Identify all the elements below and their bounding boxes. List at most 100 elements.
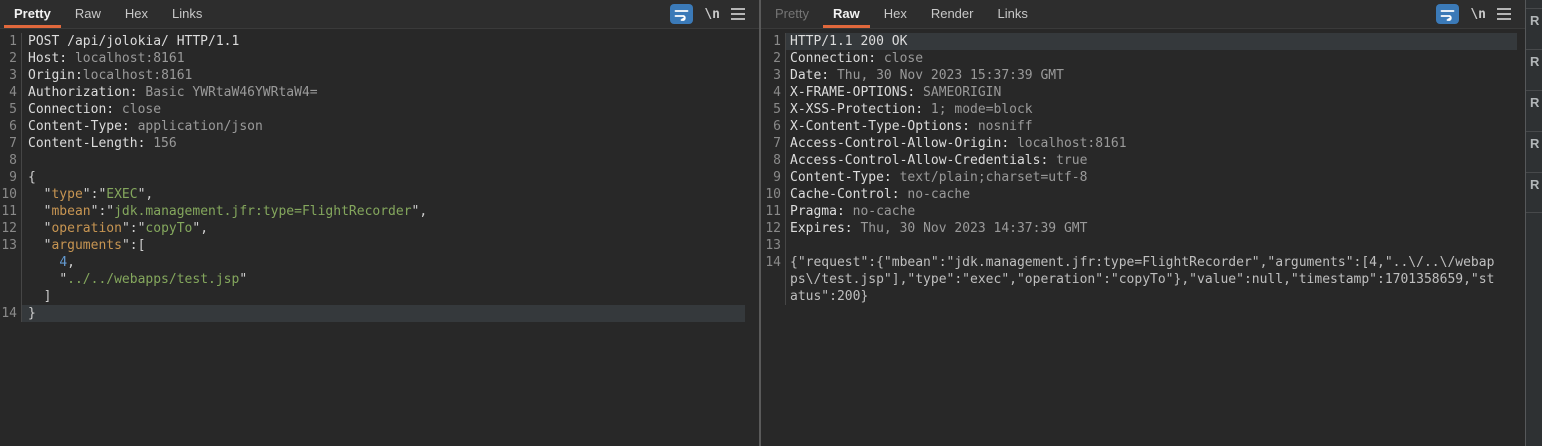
hamburger-menu-icon[interactable] [1497,8,1511,20]
token: ":[ [122,238,145,253]
token: Date: [790,68,829,83]
token: {"request":{"mbean":"jdk.management.jfr:… [790,255,1494,304]
token: type [51,187,82,202]
line-content: HTTP/1.1 200 OK [786,33,1517,50]
tab-links[interactable]: Links [160,0,214,28]
token: Origin: [28,68,83,83]
line-content [786,237,1517,254]
request-panel: PrettyRawHexLinks \n 1 POST /api/jolokia/… [0,0,759,446]
code-line: 12 "operation":"copyTo", [0,220,745,237]
token [28,255,59,270]
line-number: 3 [0,67,22,84]
code-line: 7Access-Control-Allow-Origin: localhost:… [761,135,1517,152]
token: ] [28,289,51,304]
token: POST /api/jolokia/ HTTP/1.1 [28,34,239,49]
line-content: "../../webapps/test.jsp" [22,271,745,288]
token: arguments [51,238,121,253]
line-number: 5 [0,101,22,118]
code-line: 5Connection: close [0,101,745,118]
response-tabbar: PrettyRawHexRenderLinks \n [761,0,1525,29]
token: " [28,221,51,236]
code-line: 11Pragma: no-cache [761,203,1517,220]
token: no-cache [845,204,915,219]
token: } [28,306,36,321]
token: X-XSS-Protection: [790,102,923,117]
line-content: "type":"EXEC", [22,186,745,203]
line-number: 9 [0,169,22,186]
line-content: POST /api/jolokia/ HTTP/1.1 [22,33,745,50]
word-wrap-icon[interactable] [670,4,693,24]
code-line: 1 POST /api/jolokia/ HTTP/1.1 [0,33,745,50]
tab-raw[interactable]: Raw [63,0,113,28]
token: " [28,238,51,253]
line-number [0,254,22,271]
token: jdk.management.jfr:type=FlightRecorder [114,204,411,219]
code-line: ] [0,288,745,305]
tab-hex[interactable]: Hex [872,0,919,28]
code-line: 3Date: Thu, 30 Nov 2023 15:37:39 GMT [761,67,1517,84]
line-content: Content-Type: application/json [22,118,745,135]
token: Expires: [790,221,853,236]
inspector-strip-rows: RRRRR [1526,8,1542,213]
inspector-section-row[interactable]: R [1526,172,1542,213]
line-number: 1 [761,33,786,50]
line-content: Date: Thu, 30 Nov 2023 15:37:39 GMT [786,67,1517,84]
line-content: Content-Type: text/plain;charset=utf-8 [786,169,1517,186]
line-number: 13 [0,237,22,254]
newline-icon[interactable]: \n [1470,7,1486,22]
inspector-section-row[interactable]: R [1526,8,1542,49]
code-line: "../../webapps/test.jsp" [0,271,745,288]
token: X-FRAME-OPTIONS: [790,85,915,100]
word-wrap-glyph [1440,8,1455,21]
tab-render[interactable]: Render [919,0,986,28]
code-line: 8Access-Control-Allow-Credentials: true [761,152,1517,169]
tab-links[interactable]: Links [985,0,1039,28]
token: " [239,272,247,287]
token: localhost:8161 [1009,136,1126,151]
code-line: 7Content-Length: 156 [0,135,745,152]
line-number: 1 [0,33,22,50]
token: Connection: [28,102,114,117]
token: EXEC [106,187,137,202]
token: ", [412,204,428,219]
line-number: 12 [0,220,22,237]
line-number: 11 [761,203,786,220]
token: nosniff [970,119,1033,134]
token: ":" [83,187,106,202]
line-content: Pragma: no-cache [786,203,1517,220]
inspector-strip: RRRRR [1525,0,1542,446]
response-editor[interactable]: 1HTTP/1.1 200 OK2Connection: close3Date:… [761,29,1525,446]
line-number: 7 [761,135,786,152]
inspector-section-row[interactable]: R [1526,90,1542,131]
line-content: "arguments":[ [22,237,745,254]
tab-hex[interactable]: Hex [113,0,160,28]
tab-pretty[interactable]: Pretty [2,0,63,28]
inspector-section-row[interactable]: R [1526,49,1542,90]
token: Access-Control-Allow-Credentials: [790,153,1048,168]
line-content: 4, [22,254,745,271]
word-wrap-icon[interactable] [1436,4,1459,24]
line-number: 6 [0,118,22,135]
token: Cache-Control: [790,187,900,202]
tab-pretty: Pretty [763,0,821,28]
token: ", [192,221,208,236]
line-content: Access-Control-Allow-Origin: localhost:8… [786,135,1517,152]
line-number: 14 [0,305,22,322]
line-number: 14 [761,254,786,305]
tab-raw[interactable]: Raw [821,0,872,28]
line-content: Cache-Control: no-cache [786,186,1517,203]
line-content: Content-Length: 156 [22,135,745,152]
line-number: 10 [761,186,786,203]
hamburger-menu-icon[interactable] [731,8,745,20]
token: Content-Type: [790,170,892,185]
line-number: 2 [0,50,22,67]
code-line: 12Expires: Thu, 30 Nov 2023 14:37:39 GMT [761,220,1517,237]
request-editor[interactable]: 1POST /api/jolokia/ HTTP/1.12Host: local… [0,29,759,446]
line-content: Authorization: Basic YWRtaW46YWRtaW4= [22,84,745,101]
newline-icon[interactable]: \n [704,7,720,22]
token: HTTP/1.1 200 OK [790,34,907,49]
token: close [876,51,923,66]
inspector-section-row[interactable]: R [1526,131,1542,172]
line-content: Access-Control-Allow-Credentials: true [786,152,1517,169]
code-line: 8 [0,152,745,169]
